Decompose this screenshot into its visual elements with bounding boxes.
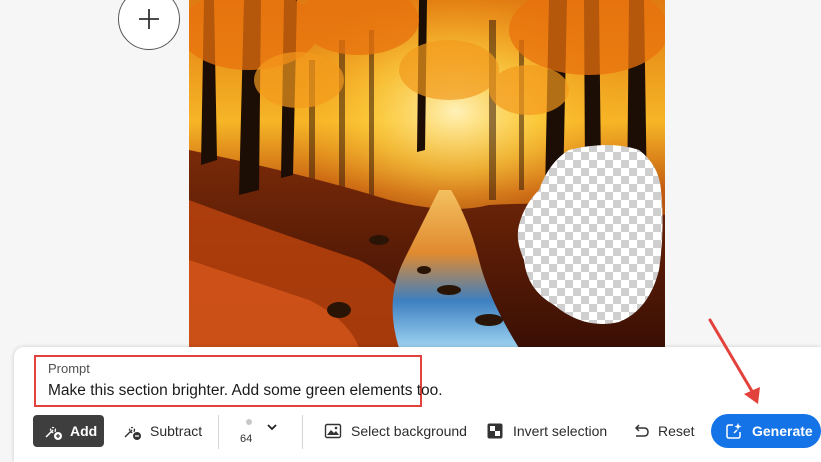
- generate-button[interactable]: Generate: [711, 414, 821, 448]
- canvas-image[interactable]: [189, 0, 665, 348]
- toolbar-divider: [218, 415, 219, 449]
- add-label: Add: [70, 423, 98, 439]
- brush-size-value: 64: [240, 433, 253, 445]
- add-image-button[interactable]: [118, 0, 180, 50]
- select-background-label: Select background: [351, 423, 467, 439]
- subtract-brush-icon: [124, 426, 141, 440]
- image-icon: [324, 423, 342, 439]
- invert-selection-label: Invert selection: [513, 423, 608, 439]
- reset-button[interactable]: Reset: [632, 415, 695, 447]
- generate-icon: [726, 423, 742, 439]
- reset-label: Reset: [658, 423, 695, 439]
- subtract-button[interactable]: Subtract: [122, 415, 202, 447]
- annotation-arrow: [708, 318, 760, 404]
- generate-label: Generate: [752, 423, 813, 439]
- invert-selection-icon: [487, 423, 503, 439]
- select-background-button[interactable]: Select background: [324, 415, 467, 447]
- prompt-input[interactable]: Make this section brighter. Add some gre…: [48, 382, 443, 400]
- plus-icon: [139, 9, 159, 29]
- brush-preview-icon: [246, 419, 252, 425]
- brush-size-control[interactable]: 64: [236, 413, 286, 451]
- chevron-down-icon[interactable]: [266, 421, 278, 433]
- invert-selection-button[interactable]: Invert selection: [486, 415, 607, 447]
- add-brush-icon: [45, 426, 62, 440]
- prompt-field[interactable]: Prompt Make this section brighter. Add s…: [34, 355, 443, 407]
- toolbar-divider: [302, 415, 303, 449]
- subtract-label: Subtract: [150, 423, 203, 439]
- forest-image: [189, 0, 665, 348]
- prompt-label: Prompt: [48, 361, 90, 376]
- selection-toolbar: Add Subtract 64 Select background Invert…: [14, 409, 821, 457]
- add-button[interactable]: Add: [33, 415, 104, 447]
- undo-icon: [634, 424, 649, 437]
- canvas-margin: [665, 0, 821, 348]
